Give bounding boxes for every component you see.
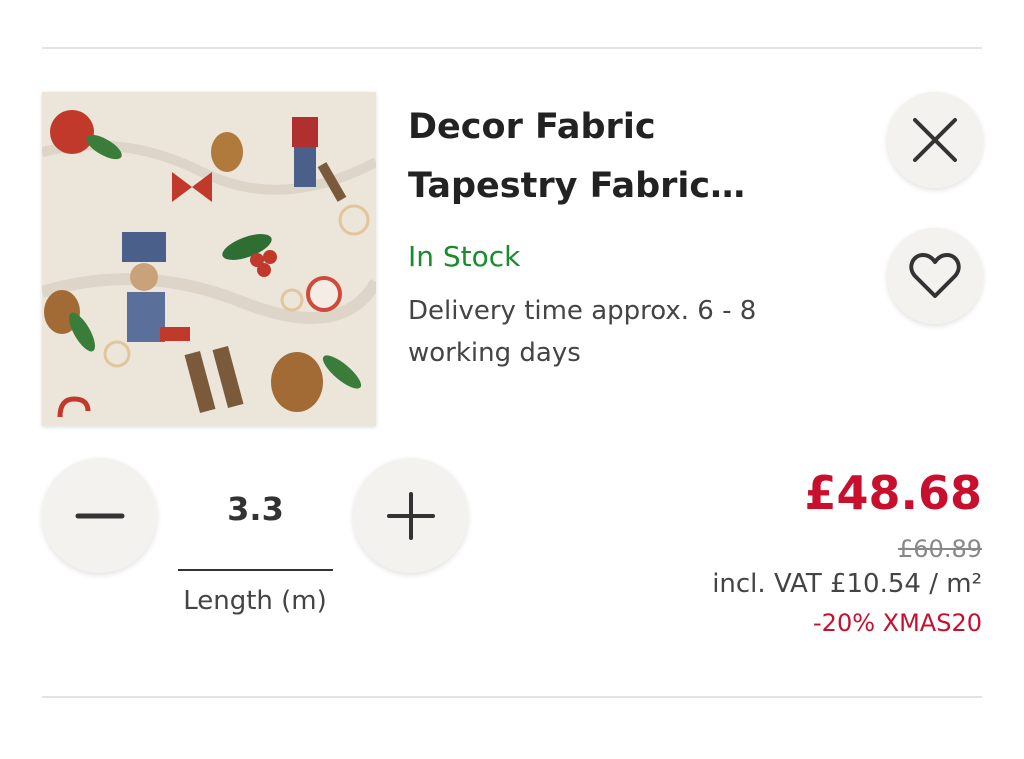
stock-status: In Stock (408, 240, 521, 273)
decrease-quantity-button[interactable] (42, 458, 157, 573)
price-block: £48.68 £60.89 incl. VAT £10.54 / m² -20%… (712, 464, 982, 642)
product-title-line-1: Decor Fabric (408, 107, 656, 147)
bottom-divider (42, 696, 982, 698)
original-price: £60.89 (898, 535, 982, 563)
plus-icon (386, 491, 435, 540)
nutcracker-fabric-pattern (42, 92, 376, 426)
promo-code: -20% XMAS20 (813, 609, 982, 637)
quantity-underline (178, 569, 333, 571)
current-price: £48.68 (804, 466, 982, 520)
vat-info: incl. VAT £10.54 / m² (712, 569, 982, 599)
wishlist-button[interactable] (887, 228, 983, 324)
delivery-time: Delivery time approx. 6 - 8 working days (408, 296, 757, 368)
product-title-line-2: Tapestry Fabric… (408, 166, 746, 206)
close-icon (913, 118, 957, 162)
top-divider (42, 47, 982, 49)
remove-item-button[interactable] (887, 92, 983, 188)
product-image[interactable] (42, 92, 376, 426)
increase-quantity-button[interactable] (353, 458, 468, 573)
quantity-input[interactable]: 3.3 (178, 490, 333, 528)
product-title[interactable]: Decor Fabric Tapestry Fabric… (408, 98, 848, 216)
quantity-label: Length (m) (183, 586, 327, 616)
minus-icon (75, 513, 124, 518)
heart-icon (909, 253, 961, 298)
